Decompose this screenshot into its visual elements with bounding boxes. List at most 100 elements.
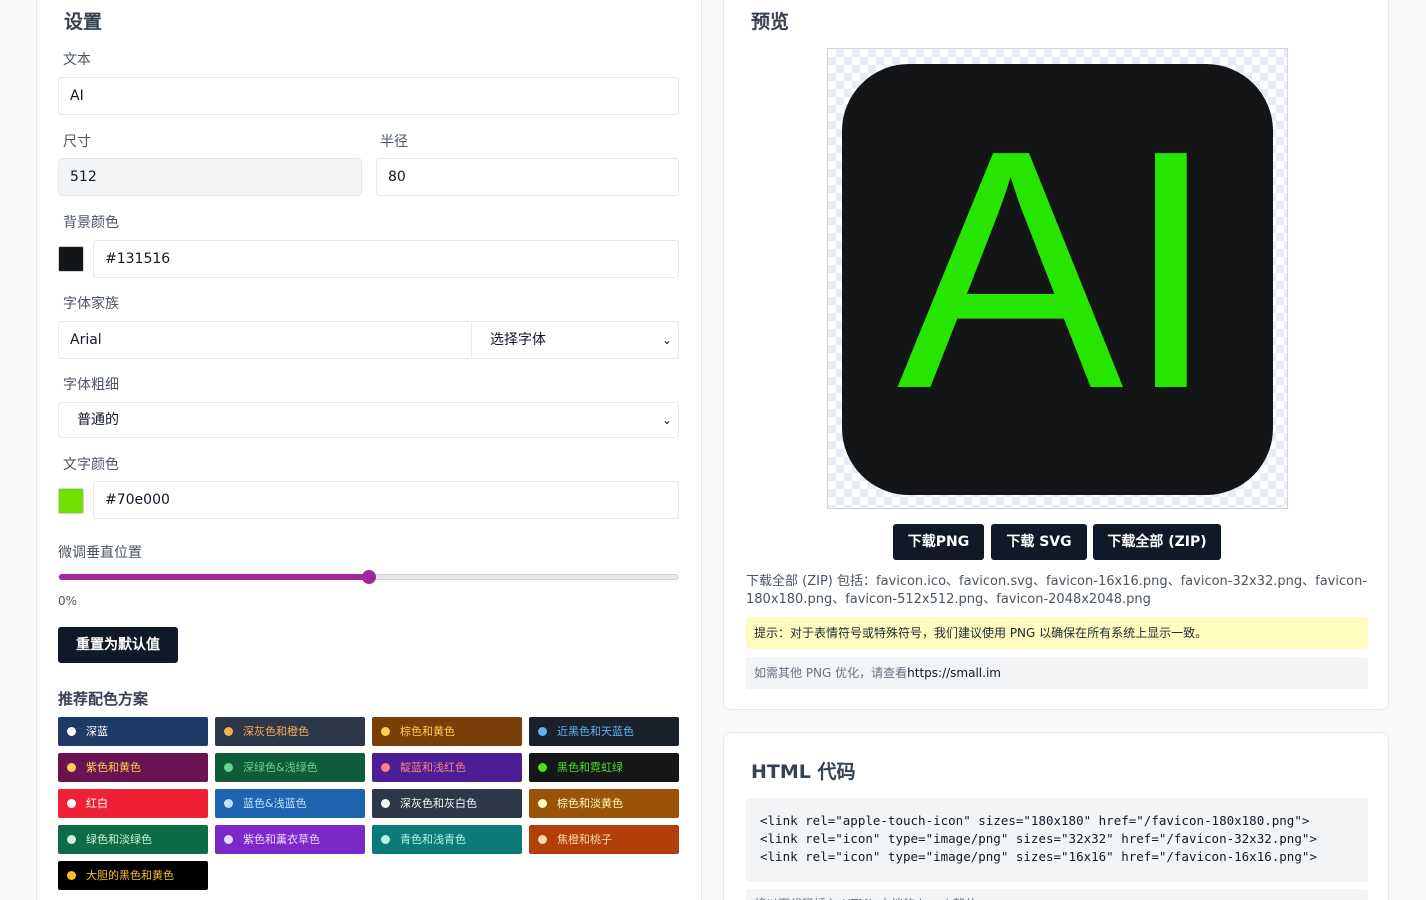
size-input[interactable]: 512 [58, 158, 362, 196]
color-scheme-button[interactable]: 黑色和霓虹绿 [529, 753, 679, 782]
font-select[interactable]: 选择字体 ⌄ [471, 321, 679, 359]
bg-color-label: 背景颜色 [63, 215, 119, 231]
chevron-down-icon: ⌄ [661, 413, 672, 427]
small-im-link[interactable]: https://small.im [907, 666, 1001, 680]
color-scheme-button[interactable]: 靛蓝和浅红色 [372, 753, 522, 782]
font-family-label: 字体家族 [63, 296, 119, 312]
code-note: 将以下代码插入 HTML 文档的 head 部分 [746, 889, 1368, 900]
color-dot-icon [538, 799, 547, 808]
color-scheme-button[interactable]: 焦橙和桃子 [529, 825, 679, 854]
code-panel: HTML 代码 <link rel="apple-touch-icon" siz… [723, 732, 1389, 900]
text-color-label: 文字颜色 [63, 457, 119, 473]
color-dot-icon [381, 799, 390, 808]
color-dot-icon [381, 727, 390, 736]
color-scheme-label: 绿色和淡绿色 [86, 833, 152, 846]
color-scheme-button[interactable]: 红白 [58, 789, 208, 818]
color-dot-icon [224, 763, 233, 772]
code-line: <link rel="apple-touch-icon" sizes="180x… [760, 813, 1310, 828]
font-family-input[interactable]: Arial [58, 321, 472, 359]
vertical-position-label: 微调垂直位置 [58, 545, 142, 561]
color-scheme-label: 近黑色和天蓝色 [557, 725, 634, 738]
download-png-button[interactable]: 下载PNG [893, 524, 984, 560]
color-scheme-label: 靛蓝和浅红色 [400, 761, 466, 774]
zip-info-line-1: 下载全部 (ZIP) 包括：favicon.ico、favicon.svg、fa… [746, 574, 1368, 589]
color-dot-icon [67, 763, 76, 772]
color-scheme-label: 蓝色&浅蓝色 [243, 797, 307, 810]
chevron-down-icon: ⌄ [661, 333, 672, 347]
bg-color-input[interactable]: #131516 [93, 240, 679, 278]
png-note-text: 如需其他 PNG 优化，请查看 [754, 666, 908, 680]
code-title: HTML 代码 [751, 761, 856, 783]
color-scheme-label: 棕色和淡黄色 [557, 797, 623, 810]
color-dot-icon [538, 727, 547, 736]
png-note: 如需其他 PNG 优化，请查看https://small.im [746, 657, 1368, 689]
color-scheme-button[interactable]: 深绿色&浅绿色 [215, 753, 365, 782]
color-dot-icon [224, 727, 233, 736]
color-scheme-button[interactable]: 绿色和淡绿色 [58, 825, 208, 854]
color-scheme-button[interactable]: 棕色和淡黄色 [529, 789, 679, 818]
schemes-title: 推荐配色方案 [58, 690, 149, 708]
color-dot-icon [67, 871, 76, 880]
color-dot-icon [224, 835, 233, 844]
color-scheme-button[interactable]: 深灰色和灰白色 [372, 789, 522, 818]
download-svg-button[interactable]: 下载 SVG [991, 524, 1087, 560]
preview-panel: 预览 AI 下载PNG 下载 SVG 下载全部 (ZIP) 下载全部 (ZIP)… [723, 0, 1389, 710]
color-scheme-button[interactable]: 青色和浅青色 [372, 825, 522, 854]
text-color-input[interactable]: #70e000 [93, 481, 679, 519]
color-scheme-label: 深灰色和灰白色 [400, 797, 477, 810]
color-scheme-button[interactable]: 深灰色和橙色 [215, 717, 365, 746]
slider-fill [59, 574, 370, 580]
color-scheme-button[interactable]: 近黑色和天蓝色 [529, 717, 679, 746]
radius-label: 半径 [380, 134, 408, 150]
text-input[interactable]: AI [58, 77, 679, 115]
color-scheme-button[interactable]: 蓝色&浅蓝色 [215, 789, 365, 818]
code-line: <link rel="icon" type="image/png" sizes=… [760, 849, 1317, 864]
code-line: <link rel="icon" type="image/png" sizes=… [760, 831, 1317, 846]
color-scheme-label: 焦橙和桃子 [557, 833, 612, 846]
icon-preview-text: AI [896, 80, 1219, 460]
color-scheme-button[interactable]: 大胆的黑色和黄色 [58, 861, 208, 890]
color-dot-icon [538, 763, 547, 772]
color-scheme-label: 大胆的黑色和黄色 [86, 869, 174, 882]
emoji-tip: 提示：对于表情符号或特殊符号，我们建议使用 PNG 以确保在所有系统上显示一致。 [746, 617, 1368, 649]
vertical-position-value: 0% [58, 594, 78, 608]
reset-button[interactable]: 重置为默认值 [58, 627, 178, 663]
color-scheme-label: 深蓝 [86, 725, 108, 738]
color-dot-icon [538, 835, 547, 844]
color-dot-icon [67, 727, 76, 736]
color-scheme-label: 黑色和霓虹绿 [557, 761, 623, 774]
font-weight-select[interactable]: 普通的 ⌄ [58, 402, 679, 438]
color-dot-icon [381, 763, 390, 772]
zip-info: 下载全部 (ZIP) 包括：favicon.ico、favicon.svg、fa… [746, 573, 1376, 609]
color-scheme-label: 紫色和黄色 [86, 761, 141, 774]
color-dot-icon [381, 835, 390, 844]
color-scheme-button[interactable]: 深蓝 [58, 717, 208, 746]
code-block[interactable]: <link rel="apple-touch-icon" sizes="180x… [746, 798, 1368, 882]
download-zip-button[interactable]: 下载全部 (ZIP) [1093, 524, 1221, 560]
color-scheme-button[interactable]: 紫色和黄色 [58, 753, 208, 782]
color-scheme-button[interactable]: 紫色和薰衣草色 [215, 825, 365, 854]
zip-info-line-2: 180x180.png、favicon-512x512.png、favicon-… [746, 592, 1151, 607]
text-color-picker[interactable] [58, 488, 84, 514]
radius-input[interactable]: 80 [376, 158, 679, 196]
settings-title: 设置 [64, 11, 103, 33]
preview-title: 预览 [751, 11, 790, 33]
color-scheme-button[interactable]: 棕色和黄色 [372, 717, 522, 746]
font-select-value: 选择字体 [490, 332, 546, 348]
color-scheme-label: 红白 [86, 797, 108, 810]
text-label: 文本 [63, 52, 91, 68]
slider-thumb[interactable] [361, 570, 376, 584]
preview-canvas: AI [827, 48, 1288, 509]
color-scheme-label: 紫色和薰衣草色 [243, 833, 320, 846]
icon-preview: AI [842, 64, 1273, 495]
color-scheme-label: 深灰色和橙色 [243, 725, 309, 738]
color-scheme-label: 青色和浅青色 [400, 833, 466, 846]
color-dot-icon [67, 799, 76, 808]
color-scheme-label: 棕色和黄色 [400, 725, 455, 738]
color-dot-icon [224, 799, 233, 808]
font-weight-label: 字体粗细 [63, 377, 119, 393]
settings-panel: 设置 文本 AI 尺寸 512 半径 80 背景颜色 #131516 字体家族 … [36, 0, 702, 900]
font-weight-value: 普通的 [77, 412, 119, 428]
color-dot-icon [67, 835, 76, 844]
bg-color-picker[interactable] [58, 246, 84, 272]
